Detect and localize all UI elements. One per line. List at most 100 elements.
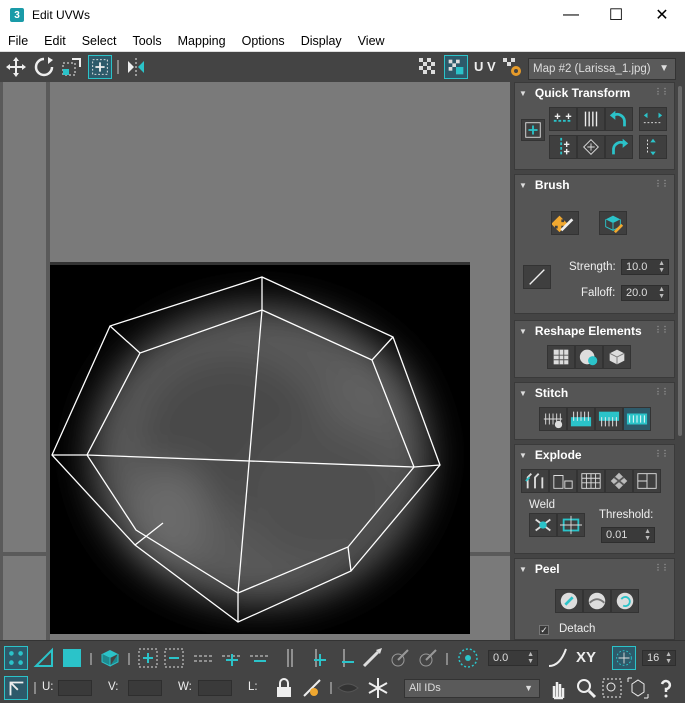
threshold-spinner[interactable]: 0.01 ▲ ▼ bbox=[601, 527, 655, 543]
xy-label[interactable]: XY bbox=[576, 649, 596, 666]
falloff-curve-icon[interactable] bbox=[523, 265, 551, 289]
scrollbar-thumb[interactable] bbox=[678, 86, 682, 436]
polygon-mode-icon[interactable] bbox=[60, 646, 84, 670]
peel-mode-icon[interactable] bbox=[583, 589, 611, 613]
grip-icon[interactable]: ⋮⋮ bbox=[654, 179, 669, 188]
menu-options[interactable]: Options bbox=[234, 34, 293, 48]
weld-selected-icon[interactable] bbox=[529, 513, 557, 537]
paint-relax-icon[interactable] bbox=[599, 211, 627, 235]
help-icon[interactable] bbox=[654, 676, 678, 700]
v-field[interactable] bbox=[128, 680, 162, 696]
rotate-ccw-icon[interactable] bbox=[605, 107, 633, 131]
absolute-offset-icon[interactable] bbox=[4, 676, 28, 700]
minimize-button[interactable]: — bbox=[548, 0, 594, 30]
falloff-spinner[interactable]: 20.0 ▲ ▼ bbox=[621, 285, 669, 301]
grip-icon[interactable]: ⋮⋮ bbox=[654, 87, 669, 96]
flatten-icon[interactable] bbox=[577, 469, 605, 493]
quick-peel-icon[interactable] bbox=[555, 589, 583, 613]
stitch-to-target-icon[interactable] bbox=[567, 407, 595, 431]
loop-select-icon[interactable] bbox=[192, 646, 216, 670]
grip-icon[interactable]: ⋮⋮ bbox=[654, 563, 669, 572]
eye-icon[interactable] bbox=[336, 676, 360, 700]
pan-icon[interactable] bbox=[546, 676, 570, 700]
align-vertical-icon[interactable] bbox=[549, 135, 577, 159]
freeze-icon[interactable] bbox=[366, 676, 390, 700]
u-field[interactable] bbox=[58, 680, 92, 696]
rotate-icon[interactable] bbox=[32, 55, 56, 79]
brush-header[interactable]: ▼ Brush ⋮⋮ bbox=[515, 175, 674, 195]
zoom-icon[interactable] bbox=[574, 676, 598, 700]
quick-transform-header[interactable]: ▼ Quick Transform ⋮⋮ bbox=[515, 83, 674, 103]
explode-dropdown-icon[interactable] bbox=[633, 469, 661, 493]
relax-icon[interactable] bbox=[575, 345, 603, 369]
paint-shrink-icon[interactable] bbox=[416, 646, 440, 670]
grip-icon[interactable]: ⋮⋮ bbox=[654, 325, 669, 334]
grow-selection-icon[interactable] bbox=[136, 646, 160, 670]
zoom-region-icon[interactable] bbox=[600, 676, 624, 700]
explode-checker-icon[interactable] bbox=[605, 469, 633, 493]
paint-select-icon[interactable] bbox=[360, 646, 384, 670]
zoom-extents-icon[interactable] bbox=[626, 676, 650, 700]
detach-checkbox[interactable]: ✓ bbox=[539, 625, 549, 635]
paint-grow-icon[interactable] bbox=[388, 646, 412, 670]
space-vertical-arrows-icon[interactable] bbox=[639, 135, 667, 159]
snap-grid-icon[interactable] bbox=[612, 646, 636, 670]
ring-shrink-icon[interactable] bbox=[334, 646, 358, 670]
menu-mapping[interactable]: Mapping bbox=[170, 34, 234, 48]
menu-display[interactable]: Display bbox=[293, 34, 350, 48]
move-icon[interactable] bbox=[4, 55, 28, 79]
spinner-arrows-icon[interactable]: ▲ ▼ bbox=[527, 651, 534, 665]
uv-label[interactable]: U V bbox=[474, 59, 496, 74]
space-horizontal-icon[interactable] bbox=[639, 107, 667, 131]
strength-spinner[interactable]: 10.0 ▲ ▼ bbox=[621, 259, 669, 275]
map-select[interactable]: Map #2 (Larissa_1.jpg) ▼ bbox=[528, 58, 676, 80]
stitch-header[interactable]: ▼ Stitch ⋮⋮ bbox=[515, 383, 674, 403]
relax-dropdown-icon[interactable] bbox=[603, 345, 631, 369]
lock-icon[interactable] bbox=[272, 676, 296, 700]
grip-icon[interactable]: ⋮⋮ bbox=[654, 449, 669, 458]
edge-mode-icon[interactable] bbox=[32, 646, 56, 670]
vertex-mode-icon[interactable] bbox=[4, 646, 28, 670]
reshape-header[interactable]: ▼ Reshape Elements ⋮⋮ bbox=[515, 321, 674, 341]
stitch-to-source-icon[interactable] bbox=[623, 407, 651, 431]
loop-grow-icon[interactable] bbox=[220, 646, 244, 670]
uv-viewport[interactable] bbox=[0, 82, 510, 640]
spinner-arrows-icon[interactable]: ▲ ▼ bbox=[658, 260, 665, 274]
mirror-icon[interactable] bbox=[124, 55, 148, 79]
scale-icon[interactable] bbox=[60, 55, 84, 79]
explode-header[interactable]: ▼ Explode ⋮⋮ bbox=[515, 445, 674, 465]
menu-file[interactable]: File bbox=[0, 34, 36, 48]
soft-select-icon[interactable] bbox=[456, 646, 480, 670]
detach-edges-icon[interactable] bbox=[549, 469, 577, 493]
weld-target-icon[interactable] bbox=[557, 513, 585, 537]
peel-header[interactable]: ▼ Peel ⋮⋮ bbox=[515, 559, 674, 579]
rotate-amount-spinner[interactable]: 0.0 ▲ ▼ bbox=[488, 650, 538, 666]
peel-reset-icon[interactable] bbox=[611, 589, 639, 613]
stitch-average-icon[interactable] bbox=[595, 407, 623, 431]
material-id-select[interactable]: All IDs ▼ bbox=[404, 679, 540, 698]
menu-view[interactable]: View bbox=[350, 34, 393, 48]
stitch-custom-icon[interactable] bbox=[539, 407, 567, 431]
rotate-cw-icon[interactable] bbox=[605, 135, 633, 159]
ring-select-icon[interactable] bbox=[278, 646, 302, 670]
ring-grow-icon[interactable] bbox=[306, 646, 330, 670]
grip-icon[interactable]: ⋮⋮ bbox=[654, 387, 669, 396]
space-vertical-icon[interactable] bbox=[577, 107, 605, 131]
spinner-arrows-icon[interactable]: ▲ ▼ bbox=[665, 651, 672, 665]
menu-select[interactable]: Select bbox=[74, 34, 125, 48]
align-center-icon[interactable] bbox=[521, 119, 545, 141]
close-button[interactable]: ✕ bbox=[639, 0, 685, 30]
freeform-mode-icon[interactable] bbox=[88, 55, 112, 79]
maximize-button[interactable]: ☐ bbox=[593, 0, 639, 30]
break-icon[interactable] bbox=[521, 469, 549, 493]
element-mode-icon[interactable] bbox=[98, 646, 122, 670]
straighten-selection-icon[interactable] bbox=[547, 345, 575, 369]
hide-icon[interactable] bbox=[300, 676, 324, 700]
loop-shrink-icon[interactable] bbox=[248, 646, 272, 670]
show-map-icon[interactable] bbox=[444, 55, 468, 79]
uv-mesh[interactable] bbox=[50, 265, 470, 634]
checker-icon[interactable] bbox=[416, 55, 440, 79]
straighten-icon[interactable] bbox=[577, 135, 605, 159]
falloff-type-icon[interactable] bbox=[546, 646, 570, 670]
menu-tools[interactable]: Tools bbox=[124, 34, 169, 48]
